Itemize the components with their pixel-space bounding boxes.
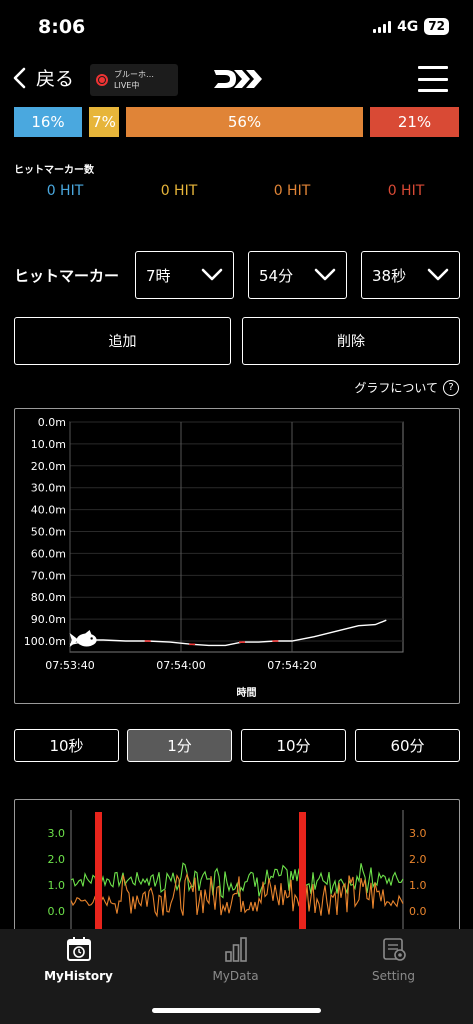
minute-value: 54分: [259, 266, 294, 285]
hour-select[interactable]: 7時: [135, 251, 234, 299]
hit-count-blue: 0 HIT: [46, 183, 84, 199]
tab-myhistory[interactable]: MyHistory: [0, 935, 157, 983]
settings-icon: [382, 938, 406, 961]
depth-chart[interactable]: 0.0m 10.0m 20.0m 30.0m 40.0m 50.0m 60.0m 70.0m 8…: [14, 408, 460, 704]
distribution-segment: 56%: [126, 107, 363, 137]
x-tick-label: 07:54:00: [156, 659, 205, 672]
hit-count-orange: 0 HIT: [273, 183, 311, 199]
plot-frame: [69, 421, 404, 653]
history-calendar-icon: [66, 937, 91, 961]
chevron-down-icon: [201, 268, 223, 281]
record-icon: [96, 74, 108, 86]
x-axis-label: 時間: [237, 686, 257, 699]
hit-count-yellow: 0 HIT: [160, 183, 198, 199]
y-tick-label: 20.0m: [31, 460, 66, 473]
x-tick-label: 07:54:20: [267, 659, 316, 672]
daiwa-logo: [212, 68, 262, 94]
y-tick-label: 0.0m: [38, 416, 66, 429]
tab-setting-label: Setting: [372, 969, 415, 983]
hit-count-red: 0 HIT: [387, 183, 425, 199]
delete-marker-button[interactable]: 削除: [242, 317, 460, 365]
live-title: ブルーホ…: [114, 70, 154, 79]
live-session-badge[interactable]: ブルーホ… LIVE中: [90, 64, 178, 96]
network-type: 4G: [397, 18, 419, 35]
y-tick-label: 10.0m: [31, 438, 66, 451]
menu-icon[interactable]: [418, 66, 448, 92]
depth-chart-svg: 0.0m 10.0m 20.0m 30.0m 40.0m 50.0m 60.0m 70.0m 8…: [24, 416, 404, 699]
y-left-tick-label: 0.0: [48, 905, 66, 918]
range-button[interactable]: 1分: [127, 729, 232, 762]
chevron-down-icon: [427, 268, 449, 281]
hit-marker-bar: [95, 812, 102, 939]
hit-count-title: ヒットマーカー数: [14, 165, 94, 176]
y-right-tick-label: 3.0: [409, 827, 427, 840]
live-status: LIVE中: [114, 81, 140, 90]
y-tick-label: 40.0m: [31, 504, 66, 517]
hour-value: 7時: [146, 266, 171, 285]
add-marker-button[interactable]: 追加: [14, 317, 231, 365]
question-icon: ?: [443, 379, 459, 396]
y-tick-label: 50.0m: [31, 526, 66, 539]
depth-series-line: [69, 619, 387, 647]
fish-icon: [69, 629, 97, 647]
y-right-tick-label: 2.0: [409, 853, 427, 866]
y-left-tick-label: 3.0: [48, 827, 66, 840]
sensor-chart-svg: 3.0 2.0 1.0 0.0 3.0 2.0 1.0 0.0: [48, 810, 427, 939]
chevron-down-icon: [314, 268, 336, 281]
back-button[interactable]: 戻る: [12, 64, 74, 91]
minute-select[interactable]: 54分: [248, 251, 347, 299]
bar-chart-icon: [224, 937, 247, 962]
hit-marker-bar: [299, 812, 306, 939]
tab-mydata[interactable]: MyData: [157, 935, 314, 983]
second-value: 38秒: [372, 266, 407, 285]
tab-setting[interactable]: Setting: [315, 935, 472, 983]
tab-myhistory-label: MyHistory: [44, 969, 113, 983]
tab-mydata-label: MyData: [212, 969, 259, 983]
range-button[interactable]: 10秒: [14, 729, 119, 762]
y-left-tick-label: 2.0: [48, 853, 66, 866]
range-button[interactable]: 60分: [355, 729, 460, 762]
sensor-chart[interactable]: 3.0 2.0 1.0 0.0 3.0 2.0 1.0 0.0: [14, 799, 460, 939]
chevron-left-icon: [13, 67, 26, 88]
status-indicators: 4G 72: [373, 18, 449, 35]
y-tick-label: 100.0m: [24, 635, 66, 648]
range-button[interactable]: 10分: [241, 729, 346, 762]
home-indicator: [152, 1008, 321, 1013]
battery-icon: 72: [424, 18, 449, 35]
x-tick-label: 07:53:40: [45, 659, 94, 672]
y-tick-label: 70.0m: [31, 569, 66, 582]
y-right-tick-label: 0.0: [409, 905, 427, 918]
graph-help-link[interactable]: グラフについて ?: [354, 379, 459, 396]
graph-help-label: グラフについて: [354, 381, 438, 395]
signal-icon: [373, 20, 392, 33]
y-tick-label: 30.0m: [31, 482, 66, 495]
second-select[interactable]: 38秒: [361, 251, 460, 299]
distribution-segment: 21%: [370, 107, 459, 137]
hit-marker-label: ヒットマーカー: [14, 267, 120, 285]
y-left-tick-label: 1.0: [48, 879, 66, 892]
y-tick-label: 90.0m: [31, 613, 66, 626]
back-label: 戻る: [36, 68, 75, 90]
y-tick-label: 60.0m: [31, 547, 66, 560]
y-right-tick-label: 1.0: [409, 879, 427, 892]
y-tick-label: 80.0m: [31, 591, 66, 604]
distribution-segment: 16%: [14, 107, 82, 137]
status-time: 8:06: [38, 16, 86, 38]
distribution-segment: 7%: [89, 107, 119, 137]
